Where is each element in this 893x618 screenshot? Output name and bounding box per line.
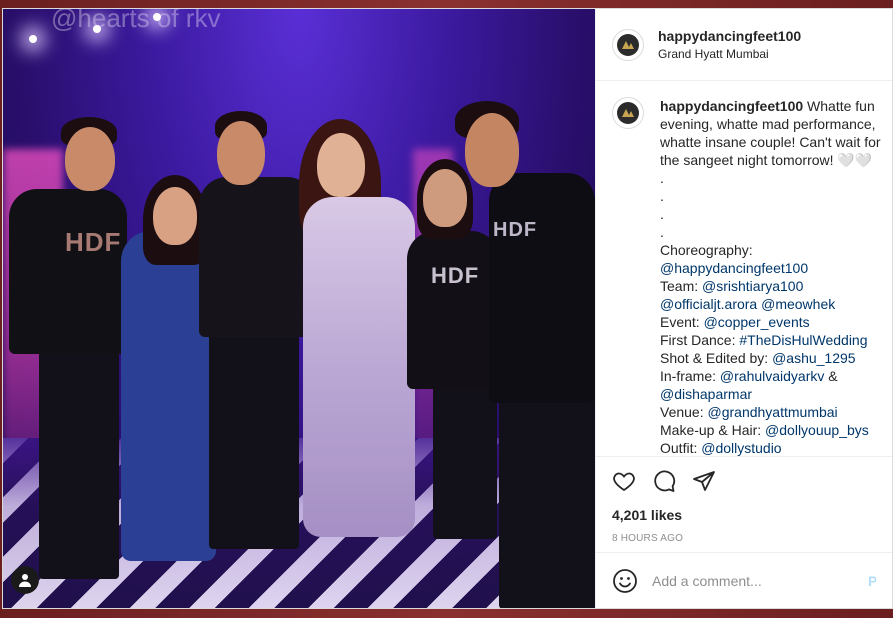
- caption-mention-link[interactable]: @officialjt.arora @meowhek: [660, 296, 835, 312]
- like-button[interactable]: [612, 469, 636, 493]
- caption-credit-label: Event:: [660, 314, 704, 330]
- paper-plane-icon: [693, 471, 715, 491]
- action-icons: [612, 465, 876, 497]
- stage-light: [93, 25, 101, 33]
- comment-input[interactable]: [652, 572, 868, 589]
- stage-light: [29, 35, 37, 43]
- caption-mention-link[interactable]: @happydancingfeet100: [660, 260, 808, 276]
- caption-credit-label: Team:: [660, 278, 703, 294]
- shirt-logo: HDF: [431, 263, 480, 288]
- caption-credit-label: Outfit:: [660, 440, 702, 456]
- share-button[interactable]: [692, 469, 716, 493]
- caption-mention-link[interactable]: #TheDisHulWedding: [739, 332, 867, 348]
- post-header: happydancingfeet100 Grand Hyatt Mumbai: [596, 9, 892, 81]
- caption-mention-link[interactable]: @dishaparmar: [660, 386, 752, 402]
- brand-logo-icon: [617, 102, 639, 124]
- shirt-logo: HDF: [65, 227, 122, 257]
- caption-credit-label: First Dance:: [660, 332, 740, 348]
- caption-mention-link[interactable]: @copper_events: [704, 314, 810, 330]
- caption-mention-link[interactable]: @srishtiarya100: [702, 278, 803, 294]
- caption-credit-label: Make-up & Hair:: [660, 422, 766, 438]
- caption-credits: Choreography: @happydancingfeet100 Team:…: [660, 242, 869, 456]
- add-comment-bar: Post: [596, 552, 892, 608]
- smiley-icon: [613, 568, 637, 593]
- caption-mention-link[interactable]: @grandhyattmumbai: [708, 404, 838, 420]
- emoji-button[interactable]: [612, 568, 638, 594]
- caption-text: happydancingfeet100 Whatte fun evening, …: [660, 97, 884, 456]
- post-actions: 4,201 likes 8 HOURS AGO: [596, 456, 892, 552]
- header-text: happydancingfeet100 Grand Hyatt Mumbai: [658, 27, 801, 63]
- caption-credit-label: Shot & Edited by:: [660, 350, 773, 366]
- user-icon: [19, 574, 31, 587]
- heart-icon: [613, 472, 635, 492]
- likes-count[interactable]: 4,201 likes: [612, 507, 876, 523]
- header-location[interactable]: Grand Hyatt Mumbai: [658, 45, 801, 63]
- caption-dots: . . . .: [660, 170, 664, 240]
- tagged-users-button[interactable]: [11, 566, 39, 594]
- instagram-post: @hearts of rkv HDF HDF HDF happydancingf…: [2, 8, 893, 609]
- post-comment-button[interactable]: Post: [868, 573, 876, 589]
- caption-mention-link[interactable]: @dollystudio: [701, 440, 781, 456]
- comment-button[interactable]: [652, 469, 676, 493]
- header-username[interactable]: happydancingfeet100: [658, 27, 801, 45]
- brand-logo-icon: [617, 33, 639, 56]
- caption-credit-label: Choreography:: [660, 242, 753, 258]
- comments-section[interactable]: happydancingfeet100 Whatte fun evening, …: [596, 81, 892, 456]
- caption-mention-link[interactable]: @dollyouup_bys: [765, 422, 869, 438]
- caption-mention-link[interactable]: @rahulvaidyarkv: [720, 368, 824, 384]
- comment-icon: [654, 470, 676, 492]
- shirt-logo: HDF: [493, 219, 538, 241]
- caption-credit-suffix: &: [824, 368, 838, 384]
- post-side-panel: happydancingfeet100 Grand Hyatt Mumbai h…: [595, 9, 892, 608]
- caption-avatar[interactable]: [612, 97, 644, 129]
- caption-credit-label: In-frame:: [660, 368, 720, 384]
- caption-mention-link[interactable]: @ashu_1295: [772, 350, 856, 366]
- post-timestamp[interactable]: 8 HOURS AGO: [612, 533, 876, 544]
- caption-credit-label: Venue:: [660, 404, 708, 420]
- caption-username[interactable]: happydancingfeet100: [660, 98, 803, 114]
- caption-row: happydancingfeet100 Whatte fun evening, …: [612, 97, 884, 456]
- post-photo[interactable]: @hearts of rkv HDF HDF HDF: [3, 9, 595, 608]
- stage-light: [153, 13, 161, 21]
- photo-watermark: @hearts of rkv: [51, 9, 221, 33]
- profile-avatar[interactable]: [612, 28, 644, 61]
